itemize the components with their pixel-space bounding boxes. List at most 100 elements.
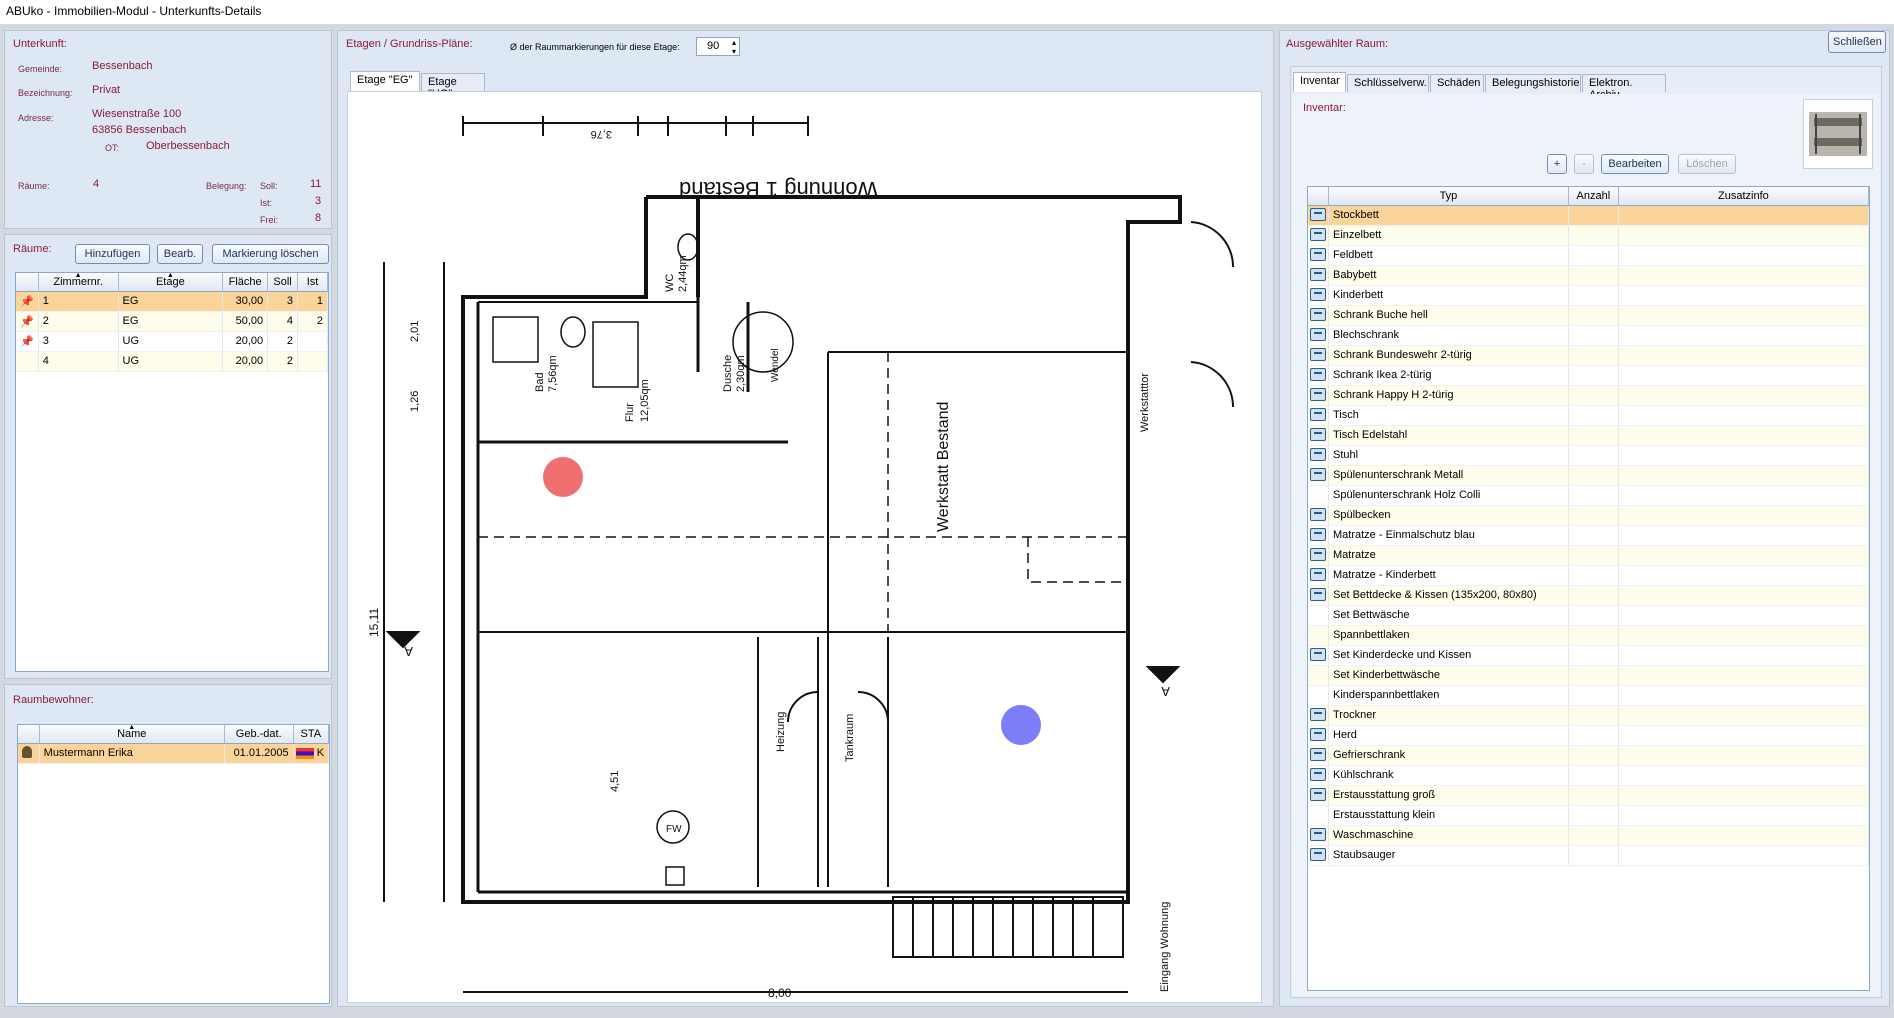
residents-grid[interactable]: ▲ Name Geb.-dat. STA Mustermann Erika 01.0… — [17, 724, 330, 1004]
inventory-row[interactable]: Kinderspannbettlaken — [1308, 685, 1869, 706]
tab-floor-eg[interactable]: Etage "EG" — [350, 71, 420, 91]
inventory-typ: Matratze - Einmalschutz blau — [1328, 525, 1569, 546]
floor-plan-canvas[interactable]: Wohnung 1 Bestand Werkstatt Bestand WC 2… — [347, 91, 1262, 1003]
remove-item-button[interactable]: - — [1574, 154, 1594, 174]
col-zusatzinfo[interactable]: Zusatzinfo — [1618, 187, 1869, 206]
inventory-typ: Kühlschrank — [1328, 765, 1569, 786]
inventory-row[interactable]: Gefrierschrank — [1308, 745, 1869, 766]
inventory-row[interactable]: Babybett — [1308, 265, 1869, 286]
marker-size-label: Ø der Raummarkierungen für diese Etage: — [510, 42, 680, 52]
close-button[interactable]: Schließen — [1828, 31, 1886, 53]
inventory-row[interactable]: Set Kinderdecke und Kissen — [1308, 645, 1869, 666]
tab-schluesselverw[interactable]: Schlüsselverw. — [1347, 74, 1429, 92]
resident-row[interactable]: Mustermann Erika 01.01.2005 K — [18, 743, 329, 764]
col-sta[interactable]: STA — [293, 725, 329, 744]
inventory-row[interactable]: Staubsauger — [1308, 845, 1869, 866]
col-name[interactable]: ▲ Name — [39, 725, 225, 744]
room-row[interactable]: 📌 1 EG 30,00 3 1 — [16, 291, 328, 312]
inventory-row[interactable]: Set Bettwäsche — [1308, 605, 1869, 626]
add-item-button[interactable]: + — [1547, 154, 1567, 174]
clear-marker-button[interactable]: Markierung löschen — [212, 244, 329, 264]
inventory-row[interactable]: Waschmaschine — [1308, 825, 1869, 846]
inventory-typ: Set Kinderbettwäsche — [1328, 665, 1569, 686]
inventory-row[interactable]: Schrank Bundeswehr 2-türig — [1308, 345, 1869, 366]
inventory-row[interactable]: Matratze - Kinderbett — [1308, 565, 1869, 586]
rooms-grid[interactable]: ▲ Zimmernr. ▲ Etage Fläche Soll Ist 📌 1 EG 30… — [15, 272, 329, 672]
room-row[interactable]: 📌 2 EG 50,00 4 2 — [16, 311, 328, 332]
inventory-row[interactable]: Tisch — [1308, 405, 1869, 426]
inventory-row[interactable]: Spülenunterschrank Metall — [1308, 465, 1869, 486]
col-soll[interactable]: Soll — [267, 273, 299, 292]
inventory-row[interactable]: Feldbett — [1308, 245, 1869, 266]
tab-floor-ug[interactable]: Etage "UG" — [421, 73, 485, 100]
room-cell-etage: UG — [118, 351, 224, 372]
inventory-row[interactable]: Schrank Happy H 2-türig — [1308, 385, 1869, 406]
delete-item-button[interactable]: Löschen — [1678, 154, 1736, 174]
unterkunft-header: Unterkunft: — [13, 38, 67, 50]
room-marker-2[interactable] — [1001, 705, 1041, 745]
belegung-label: Belegung: — [206, 181, 247, 191]
room-marker-1[interactable] — [543, 457, 583, 497]
tab-schaeden[interactable]: Schäden — [1430, 74, 1484, 92]
plan-dim-total: 8,00 — [768, 986, 792, 1000]
inventory-row[interactable]: Kühlschrank — [1308, 765, 1869, 786]
inventory-row[interactable]: Tisch Edelstahl — [1308, 425, 1869, 446]
inventory-row[interactable]: Schrank Ikea 2-türig — [1308, 365, 1869, 386]
inventory-row[interactable]: Spannbettlaken — [1308, 625, 1869, 646]
inventory-row[interactable]: Schrank Buche hell — [1308, 305, 1869, 326]
col-anzahl[interactable]: Anzahl — [1568, 187, 1619, 206]
inventory-row[interactable]: Stockbett — [1308, 205, 1869, 226]
tab-inventar[interactable]: Inventar — [1293, 72, 1346, 92]
soll-value: 11 — [310, 178, 322, 190]
room-row[interactable]: 📌 3 UG 20,00 2 — [16, 331, 328, 352]
inventory-row[interactable]: Set Kinderbettwäsche — [1308, 665, 1869, 686]
ist-label: Ist: — [260, 198, 273, 208]
inventory-zusatzinfo — [1618, 245, 1869, 266]
inventory-typ: Spannbettlaken — [1328, 625, 1569, 646]
tab-belegungshistorie[interactable]: Belegungshistorie — [1485, 74, 1581, 92]
inventory-row[interactable]: Matratze — [1308, 545, 1869, 566]
inventory-row[interactable]: Set Bettdecke & Kissen (135x200, 80x80) — [1308, 585, 1869, 606]
edit-room-button[interactable]: Bearb. — [157, 244, 203, 264]
edit-item-button[interactable]: Bearbeiten — [1601, 154, 1669, 174]
col-flaeche[interactable]: Fläche — [222, 273, 269, 292]
inventory-row[interactable]: Erstausstattung klein — [1308, 805, 1869, 826]
col-gebdat[interactable]: Geb.-dat. — [224, 725, 294, 744]
room-photo-thumbnail[interactable] — [1803, 99, 1873, 169]
plan-label-flur: Flur — [624, 403, 636, 422]
col-zimmernr[interactable]: ▲ Zimmernr. — [38, 273, 119, 292]
inventory-row[interactable]: Trockner — [1308, 705, 1869, 726]
inventory-anzahl — [1568, 225, 1619, 246]
inventory-anzahl — [1568, 445, 1619, 466]
nationality-flag-icon — [295, 747, 314, 759]
inventory-zusatzinfo — [1618, 645, 1869, 666]
room-row[interactable]: 4 UG 20,00 2 — [16, 351, 328, 372]
add-room-button[interactable]: Hinzufügen — [75, 244, 150, 264]
inventory-row[interactable]: Kinderbett — [1308, 285, 1869, 306]
inventory-row[interactable]: Einzelbett — [1308, 225, 1869, 246]
inventory-anzahl — [1568, 205, 1619, 226]
inventory-grid[interactable]: Typ Anzahl Zusatzinfo Stockbett Einzelbet… — [1307, 186, 1870, 991]
spinner-arrows-icon[interactable]: ▴ ▾ — [732, 38, 736, 56]
room-cell-nr: 1 — [38, 291, 119, 312]
col-typ[interactable]: Typ — [1328, 187, 1569, 206]
inventory-item-icon — [1310, 247, 1326, 261]
inventory-row[interactable]: Spülenunterschrank Holz Colli — [1308, 485, 1869, 506]
tab-elektron-archiv[interactable]: Elektron. Archiv — [1582, 74, 1666, 101]
inventory-anzahl — [1568, 305, 1619, 326]
marker-size-spinner[interactable]: 90 ▴ ▾ — [696, 37, 740, 56]
inventory-item-icon — [1310, 827, 1326, 841]
inventory-row[interactable]: Erstausstattung groß — [1308, 785, 1869, 806]
inventory-typ: Kinderspannbettlaken — [1328, 685, 1569, 706]
selected-room-header: Ausgewählter Raum: — [1286, 38, 1389, 50]
inventory-row[interactable]: Spülbecken — [1308, 505, 1869, 526]
inventory-zusatzinfo — [1618, 585, 1869, 606]
col-ist[interactable]: Ist — [297, 273, 328, 292]
inventory-row[interactable]: Matratze - Einmalschutz blau — [1308, 525, 1869, 546]
inventory-row[interactable]: Blechschrank — [1308, 325, 1869, 346]
col-etage[interactable]: ▲ Etage — [118, 273, 224, 292]
inventory-row[interactable]: Herd — [1308, 725, 1869, 746]
inventory-anzahl — [1568, 765, 1619, 786]
inventory-row[interactable]: Stuhl — [1308, 445, 1869, 466]
room-cell-nr: 3 — [38, 331, 119, 352]
